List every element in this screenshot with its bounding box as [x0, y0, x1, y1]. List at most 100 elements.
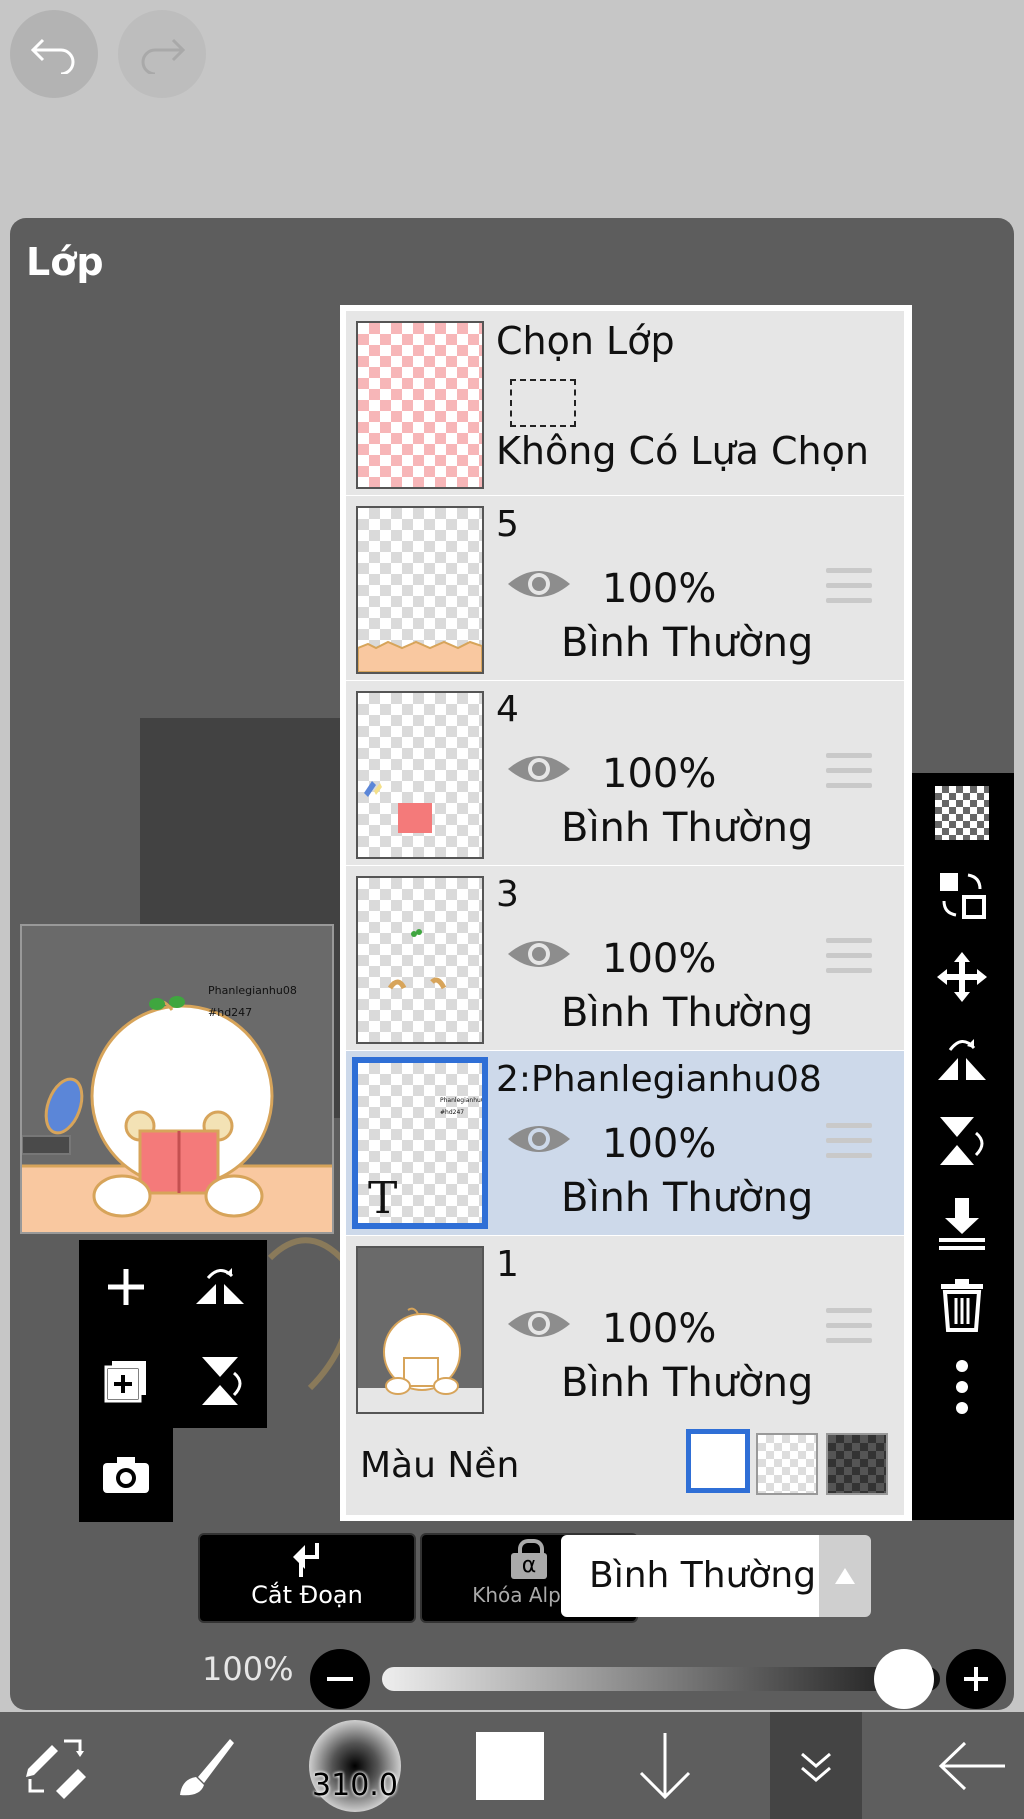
layer-name: 2:Phanlegianhu08: [496, 1059, 822, 1100]
more-vertical-icon: [956, 1360, 968, 1414]
flip-horizontal-icon: [196, 1268, 244, 1304]
layer-opacity: 100%: [602, 936, 717, 982]
eye-icon[interactable]: [506, 564, 572, 604]
layer-thumbnail: [356, 691, 484, 859]
current-color-swatch: [476, 1731, 544, 1800]
background-white-swatch[interactable]: [686, 1429, 750, 1493]
layer-row-selected[interactable]: Phanlegianhu08 #hd247 T 2:Phanlegianhu08…: [346, 1051, 904, 1235]
blend-mode-expand-button[interactable]: [819, 1535, 871, 1617]
drag-handle-icon[interactable]: [826, 568, 872, 608]
bottom-toolbar: 310.0: [0, 1712, 1024, 1819]
flip-vertical-right-button[interactable]: [910, 1101, 1014, 1181]
move-button[interactable]: [910, 937, 1014, 1017]
delete-layer-button[interactable]: [910, 1265, 1014, 1345]
layer-tools-left-2: [79, 1428, 173, 1522]
selection-layer-subtitle: Không Có Lựa Chọn: [496, 429, 869, 473]
merge-down-button[interactable]: [910, 1183, 1014, 1263]
redo-button[interactable]: [118, 10, 206, 98]
clipping-button[interactable]: Cắt Đoạn: [198, 1533, 416, 1623]
opacity-increase-button[interactable]: [946, 1649, 1006, 1709]
more-options-button[interactable]: [910, 1347, 1014, 1427]
brush-size-preview: 310.0: [309, 1719, 401, 1812]
duplicate-layer-icon: [104, 1361, 146, 1403]
redo-icon: [141, 38, 186, 74]
background-transparent-swatch[interactable]: [756, 1433, 818, 1495]
layer-4-thumb-art: [364, 781, 432, 833]
clipping-arrow-icon: [293, 1543, 319, 1577]
flip-vertical-button[interactable]: [173, 1334, 267, 1428]
eye-icon[interactable]: [506, 1119, 572, 1159]
selection-layer-title: Chọn Lớp: [496, 319, 675, 363]
layer-3-thumb-art: [387, 929, 447, 990]
background-dark-swatch[interactable]: [826, 1433, 888, 1495]
blend-mode-select[interactable]: Bình Thường: [561, 1535, 819, 1617]
move-icon: [937, 952, 987, 1002]
blend-mode-value: Bình Thường: [589, 1555, 817, 1596]
layer-tools-left: [79, 1240, 267, 1428]
add-layer-button[interactable]: [79, 1240, 173, 1334]
transparency-button[interactable]: [910, 773, 1014, 853]
layer-thumbnail: Phanlegianhu08 #hd247 T: [352, 1057, 488, 1229]
layers-panel-toggle[interactable]: [770, 1712, 862, 1819]
layer-name: 5: [496, 504, 519, 545]
brush-size-value: 310.0: [312, 1767, 398, 1803]
drag-handle-icon[interactable]: [826, 753, 872, 793]
lock-icon: α: [509, 1539, 549, 1579]
eye-icon[interactable]: [506, 1304, 572, 1344]
alpha-glyph: α: [511, 1553, 547, 1579]
layer-5-thumb-art: [358, 640, 482, 672]
layer-panel: Lớp Phanlegianhu08 #hd247 Chọn Lớp Không…: [10, 218, 1014, 1710]
pen-eraser-swap-icon: [26, 1739, 86, 1799]
eye-icon[interactable]: [506, 749, 572, 789]
layer-opacity: 100%: [602, 1306, 717, 1352]
merge-down-icon: [939, 1198, 985, 1250]
minus-icon: [327, 1677, 353, 1681]
back-button[interactable]: [920, 1712, 1024, 1819]
clipping-label: Cắt Đoạn: [251, 1581, 363, 1609]
opacity-slider-thumb[interactable]: [874, 1649, 934, 1709]
thumb-watermark-1: Phanlegianhu08: [440, 1097, 488, 1104]
add-copy-layer-button[interactable]: [79, 1334, 173, 1428]
undo-button[interactable]: [10, 10, 98, 98]
opacity-decrease-button[interactable]: [310, 1649, 370, 1709]
background-color-label: Màu Nền: [360, 1445, 520, 1486]
drag-handle-icon[interactable]: [826, 1308, 872, 1348]
opacity-slider-track[interactable]: [382, 1667, 940, 1691]
eye-icon[interactable]: [506, 934, 572, 974]
layer-opacity: 100%: [602, 751, 717, 797]
layer-row[interactable]: 5 100% Bình Thường: [346, 496, 904, 680]
flip-horizontal-icon: [938, 1039, 986, 1080]
plus-icon: [108, 1269, 144, 1305]
brush-size-button[interactable]: 310.0: [300, 1712, 410, 1819]
down-arrow-button[interactable]: [610, 1712, 720, 1819]
selection-layer-row[interactable]: Chọn Lớp Không Có Lựa Chọn: [346, 311, 904, 495]
plus-icon: [964, 1667, 988, 1691]
layer-opacity: 100%: [602, 1121, 717, 1167]
color-button[interactable]: [460, 1712, 560, 1819]
layer-row[interactable]: 4 100% Bình Thường: [346, 681, 904, 865]
flip-horizontal-right-button[interactable]: [910, 1019, 1014, 1099]
triangle-up-icon: [835, 1568, 855, 1584]
arrow-left-icon: [938, 1741, 1005, 1790]
flip-vertical-icon: [940, 1117, 984, 1165]
double-chevron-down-icon: [801, 1752, 831, 1782]
layer-row[interactable]: 1 100% Bình Thường: [346, 1236, 904, 1420]
background-color-row: Màu Nền: [346, 1415, 904, 1515]
layer-name: 1: [496, 1244, 519, 1285]
preview-drawing: Phanlegianhu08 #hd247: [22, 984, 332, 1232]
layer-1-thumb-art: [358, 1307, 482, 1412]
drag-handle-icon[interactable]: [826, 1123, 872, 1163]
layer-row[interactable]: 3 100% Bình Thường: [346, 866, 904, 1050]
camera-icon: [103, 1457, 149, 1493]
layer-thumbnail: [356, 876, 484, 1044]
layer-name: 4: [496, 689, 519, 730]
layer-blend-mode: Bình Thường: [561, 620, 814, 666]
swap-layer-button[interactable]: [910, 855, 1014, 935]
tool-switch-button[interactable]: [0, 1712, 110, 1819]
camera-button[interactable]: [79, 1428, 173, 1522]
brush-tool-button[interactable]: [150, 1712, 260, 1819]
layer-blend-mode: Bình Thường: [561, 805, 814, 851]
drag-handle-icon[interactable]: [826, 938, 872, 978]
checker-icon: [935, 786, 989, 840]
flip-horizontal-button[interactable]: [173, 1240, 267, 1334]
